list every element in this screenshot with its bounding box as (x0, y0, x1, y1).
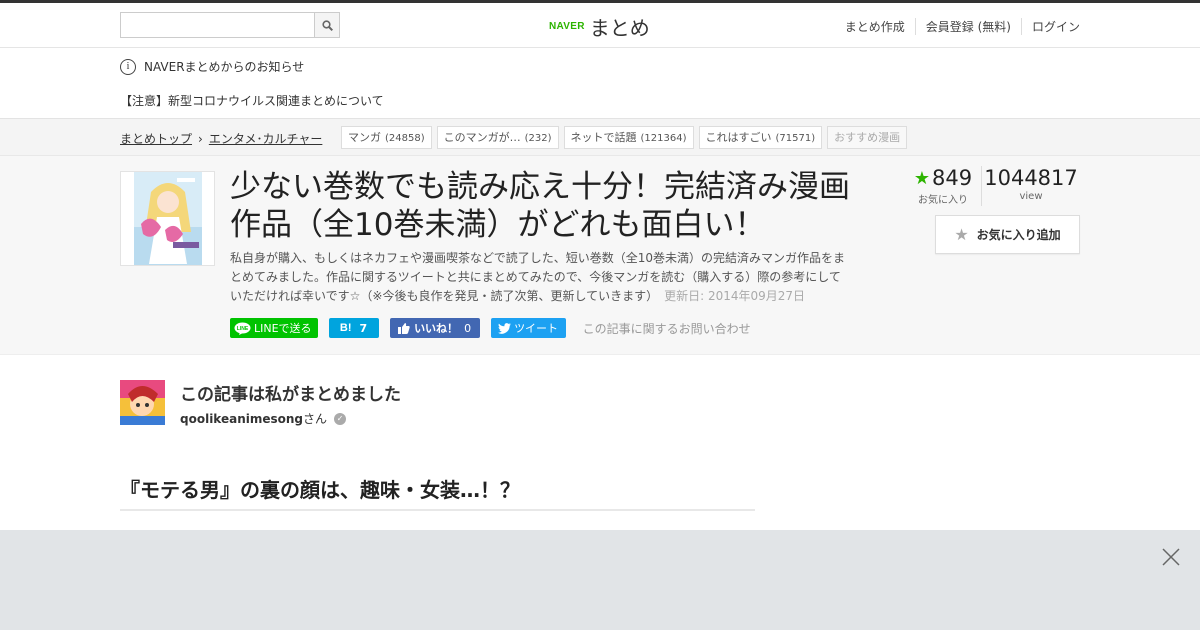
views-count: 1044817 (984, 166, 1078, 190)
tag-label: おすすめ漫画 (834, 131, 901, 144)
hatena-count: 7 (359, 321, 368, 335)
hatena-bookmark-button[interactable]: B! 7 (328, 318, 379, 338)
facebook-like-label: いいね！ (414, 322, 459, 335)
info-icon: i (120, 58, 136, 75)
tag-count: (71571) (775, 133, 816, 144)
author-suffix: さん (303, 412, 328, 426)
article-description: 私自身が購入、もしくはネカフェや漫画喫茶などで読了した、短い巻数（全10巻未満）… (230, 249, 850, 306)
article-thumbnail[interactable] (120, 171, 215, 266)
search-input[interactable] (121, 13, 314, 37)
views-label: view (1019, 191, 1043, 202)
thumbs-up-icon (398, 322, 410, 334)
notice-area: i NAVERまとめからのお知らせ 【注意】新型コロナウイルス関連まとめについて (0, 48, 1200, 118)
header-nav: まとめ作成 会員登録 (無料) ログイン (835, 18, 1080, 35)
notice-title: NAVERまとめからのお知らせ (144, 60, 305, 74)
tag-manga[interactable]: マンガ (24858) (341, 126, 432, 149)
breadcrumb-links: まとめトップ › エンタメ･カルチャー (120, 130, 322, 147)
search-box (120, 12, 340, 38)
article-stats: ★ 849 お気に入り 1044817 view (905, 166, 1080, 206)
avatar[interactable] (120, 380, 165, 425)
line-share-button[interactable]: LINE LINEで送る (230, 318, 318, 338)
tag-kono-manga[interactable]: このマンガが… (232) (436, 126, 559, 149)
views-stat: 1044817 view (982, 166, 1080, 206)
favorites-stat: ★ 849 お気に入り (905, 166, 982, 206)
tag-count: (121364) (640, 133, 687, 144)
verified-check-icon: ✓ (334, 412, 347, 425)
tag-label: これはすごい (705, 131, 772, 144)
add-favorite-button[interactable]: ★ お気に入り追加 (935, 215, 1080, 254)
site-logo[interactable]: NAVER まとめ (549, 12, 650, 41)
article-title: 少ない巻数でも読み応え十分！完結済み漫画作品（全10巻未満）がどれも面白い！ (230, 169, 850, 243)
tweet-label: ツイート (514, 322, 559, 335)
share-buttons: LINE LINEで送る B! 7 いいね！ 0 ツイート この記事に関するお問… (230, 318, 751, 338)
tag-list: マンガ (24858) このマンガが… (232) ネットで話題 (121364) こ… (341, 126, 912, 149)
line-icon: LINE (234, 322, 251, 335)
facebook-like-count: 0 (464, 321, 472, 335)
author-username: qoolikeanimesong (180, 411, 304, 426)
notice-header: i NAVERまとめからのお知らせ (120, 58, 304, 75)
updated-date: 更新日: 2014年09月27日 (664, 289, 806, 303)
article-header: 少ない巻数でも読み応え十分！完結済み漫画作品（全10巻未満）がどれも面白い！ 私… (0, 156, 1200, 355)
notice-link[interactable]: 【注意】新型コロナウイルス関連まとめについて (120, 92, 384, 109)
twitter-bird-icon (498, 322, 512, 334)
add-favorite-label: お気に入り追加 (976, 228, 1061, 242)
close-icon[interactable] (1161, 547, 1181, 567)
search-button[interactable] (314, 13, 339, 37)
star-outline-icon: ★ (954, 225, 969, 244)
search-icon (321, 19, 333, 31)
tag-label: ネットで話題 (570, 131, 637, 144)
logo-brand: NAVER (549, 21, 585, 32)
contact-link[interactable]: この記事に関するお問い合わせ (583, 320, 751, 337)
tag-label: このマンガが… (443, 131, 521, 144)
tag-osusume[interactable]: おすすめ漫画 (827, 126, 908, 149)
line-share-label: LINEで送る (254, 322, 312, 335)
author-heading: この記事は私がまとめました (180, 385, 401, 405)
author-box: この記事は私がまとめました qoolikeanimesong さん ✓ (120, 380, 620, 426)
author-name[interactable]: qoolikeanimesong さん ✓ (180, 410, 347, 427)
tag-net-wadai[interactable]: ネットで話題 (121364) (563, 126, 694, 149)
tag-count: (24858) (385, 133, 425, 144)
logo-text: まとめ (589, 16, 650, 40)
favorites-count: 849 (932, 166, 973, 190)
svg-text:LINE: LINE (237, 326, 249, 332)
tweet-button[interactable]: ツイート (490, 318, 566, 338)
tag-label: マンガ (348, 131, 381, 144)
breadcrumb-category[interactable]: エンタメ･カルチャー (209, 130, 323, 147)
hatena-icon: B! (339, 322, 352, 334)
breadcrumb: まとめトップ › エンタメ･カルチャー マンガ (24858) このマンガが… (2… (0, 118, 1200, 156)
nav-login[interactable]: ログイン (1020, 18, 1080, 35)
site-header: NAVER まとめ まとめ作成 会員登録 (無料) ログイン (0, 3, 1200, 48)
section-heading: 『モテる男』の裏の顔は、趣味・女装…！？ (120, 474, 755, 511)
favorites-label: お気に入り (918, 195, 968, 206)
chevron-right-icon: › (198, 131, 203, 146)
facebook-like-button[interactable]: いいね！ 0 (389, 318, 480, 338)
breadcrumb-home[interactable]: まとめトップ (120, 130, 192, 147)
tag-kore-wa-sugoi[interactable]: これはすごい (71571) (698, 126, 823, 149)
manga-cover-image (134, 172, 202, 265)
nav-create-matome[interactable]: まとめ作成 (835, 18, 915, 35)
ad-banner (0, 530, 1200, 630)
nav-register[interactable]: 会員登録 (無料) (914, 18, 1021, 35)
star-icon: ★ (913, 167, 931, 189)
tag-count: (232) (524, 133, 552, 144)
